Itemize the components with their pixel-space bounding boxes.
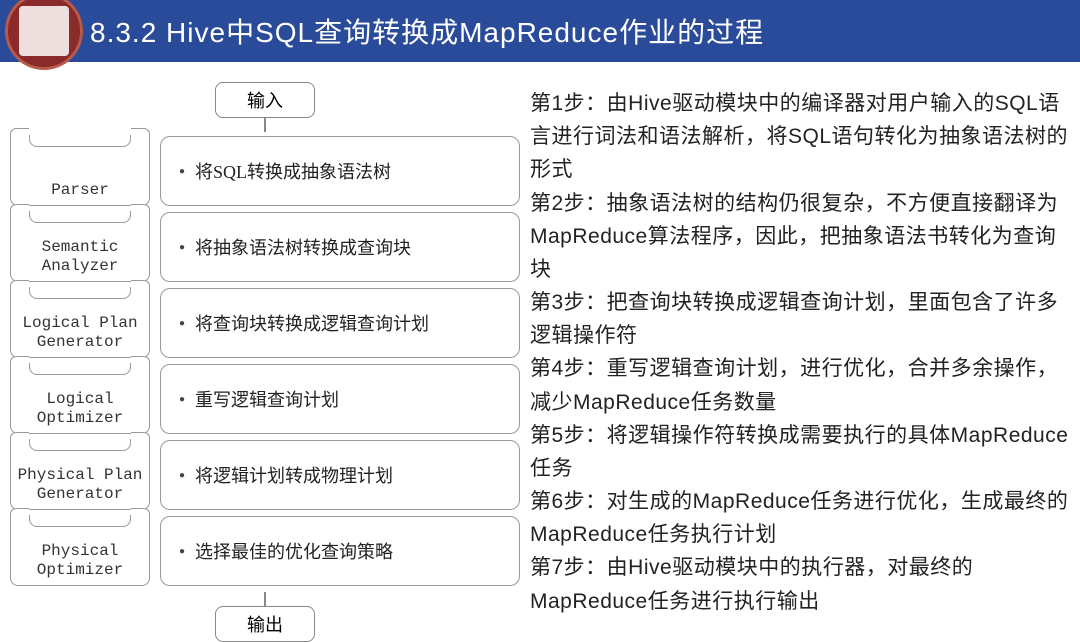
stage-name: Semantic Analyzer xyxy=(42,238,119,275)
slide-title: 8.3.2 Hive中SQL查询转换成MapReduce作业的过程 xyxy=(90,11,764,51)
stage-label: Physical Plan Generator xyxy=(10,440,150,510)
stage-label: Physical Optimizer xyxy=(10,516,150,586)
step-text: 第4步：重写逻辑查询计划，进行优化，合并多余操作，减少MapReduce任务数量 xyxy=(530,352,1070,418)
stage-row: Logical Plan Generator 将查询块转换成逻辑查询计划 xyxy=(10,288,520,358)
connector-line xyxy=(264,118,266,132)
stage-row: Physical Plan Generator 将逻辑计划转成物理计划 xyxy=(10,440,520,510)
step-text: 第6步：对生成的MapReduce任务进行优化，生成最终的MapReduce任务… xyxy=(530,485,1070,551)
output-box: 输出 xyxy=(215,606,315,642)
stage-desc: 重写逻辑查询计划 xyxy=(195,386,339,412)
stage-row: Logical Optimizer 重写逻辑查询计划 xyxy=(10,364,520,434)
stage-desc: 将SQL转换成抽象语法树 xyxy=(195,158,391,184)
step-text: 第5步：将逻辑操作符转换成需要执行的具体MapReduce任务 xyxy=(530,419,1070,485)
stage-name: Parser xyxy=(51,181,109,199)
step-text: 第2步：抽象语法树的结构仍很复杂，不方便直接翻译为MapReduce算法程序，因… xyxy=(530,187,1070,287)
stage-row: Physical Optimizer 选择最佳的优化查询策略 xyxy=(10,516,520,586)
stage-row: Parser 将SQL转换成抽象语法树 xyxy=(10,136,520,206)
stage-label: Logical Plan Generator xyxy=(10,288,150,358)
stage-desc-box: 重写逻辑查询计划 xyxy=(160,364,520,434)
stage-desc: 将逻辑计划转成物理计划 xyxy=(195,462,393,488)
stage-desc-box: 将逻辑计划转成物理计划 xyxy=(160,440,520,510)
step-text: 第1步：由Hive驱动模块中的编译器对用户输入的SQL语言进行词法和语法解析，将… xyxy=(530,87,1070,187)
stage-label: Semantic Analyzer xyxy=(10,212,150,282)
slide-header: 8.3.2 Hive中SQL查询转换成MapReduce作业的过程 xyxy=(0,0,1080,62)
stage-label: Parser xyxy=(10,136,150,206)
stage-name: Physical Optimizer xyxy=(37,542,123,579)
input-box: 输入 xyxy=(215,82,315,118)
stage-desc-box: 选择最佳的优化查询策略 xyxy=(160,516,520,586)
stage-desc-box: 将查询块转换成逻辑查询计划 xyxy=(160,288,520,358)
step-text: 第3步：把查询块转换成逻辑查询计划，里面包含了许多逻辑操作符 xyxy=(530,286,1070,352)
stage-name: Logical Optimizer xyxy=(37,390,123,427)
stage-desc: 选择最佳的优化查询策略 xyxy=(195,538,393,564)
steps-description: 第1步：由Hive驱动模块中的编译器对用户输入的SQL语言进行词法和语法解析，将… xyxy=(520,82,1070,605)
stage-name: Physical Plan Generator xyxy=(18,466,143,503)
stage-label: Logical Optimizer xyxy=(10,364,150,434)
university-seal-icon xyxy=(5,0,83,70)
slide-content: 输入 Parser 将SQL转换成抽象语法树 Semantic Analyzer 将抽… xyxy=(0,62,1080,605)
stage-desc-box: 将SQL转换成抽象语法树 xyxy=(160,136,520,206)
stage-desc: 将查询块转换成逻辑查询计划 xyxy=(195,310,429,336)
stage-desc: 将抽象语法树转换成查询块 xyxy=(195,234,411,260)
connector-line xyxy=(264,592,266,606)
flowchart: 输入 Parser 将SQL转换成抽象语法树 Semantic Analyzer 将抽… xyxy=(10,82,520,605)
stage-name: Logical Plan Generator xyxy=(22,314,137,351)
stage-desc-box: 将抽象语法树转换成查询块 xyxy=(160,212,520,282)
stage-row: Semantic Analyzer 将抽象语法树转换成查询块 xyxy=(10,212,520,282)
step-text: 第7步：由Hive驱动模块中的执行器，对最终的MapReduce任务进行执行输出 xyxy=(530,551,1070,617)
